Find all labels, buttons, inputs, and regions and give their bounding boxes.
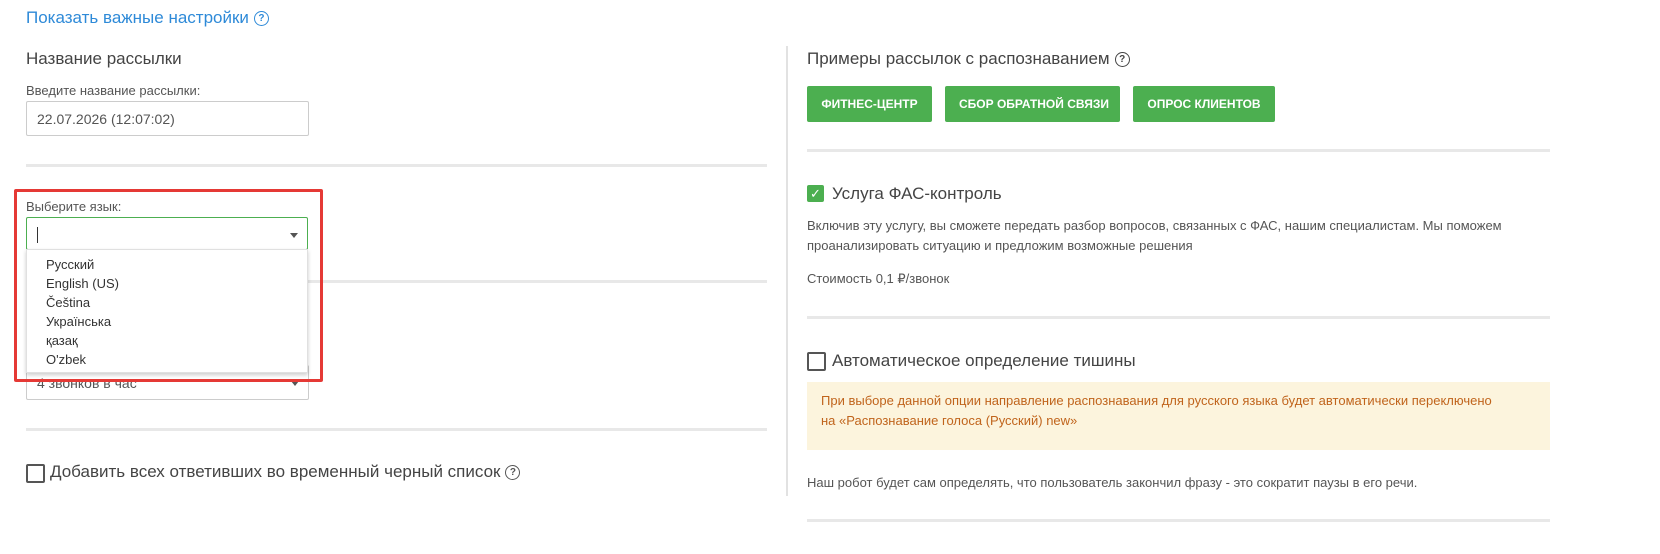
- campaign-name-label: Введите название рассылки:: [26, 83, 201, 98]
- campaign-name-input[interactable]: 22.07.2026 (12:07:02): [26, 101, 309, 136]
- example-survey-button[interactable]: ОПРОС КЛИЕНТОВ: [1133, 86, 1275, 122]
- right-divider-3: [807, 519, 1550, 522]
- check-icon: ✓: [810, 186, 821, 201]
- help-icon[interactable]: ?: [1114, 52, 1130, 68]
- blacklist-label: Добавить всех ответивших во временный че…: [50, 462, 501, 481]
- silence-warning-line: на «Распознавание голоса (Русский) new»: [821, 413, 1078, 428]
- fas-description: Включив эту услугу, вы сможете передать …: [807, 216, 1552, 256]
- fas-label: Услуга ФАС-контроль: [832, 184, 1002, 203]
- left-divider-1: [26, 164, 767, 167]
- chevron-down-icon: [290, 233, 298, 238]
- blacklist-checkbox[interactable]: [26, 464, 45, 483]
- silence-label: Автоматическое определение тишины: [832, 351, 1136, 370]
- language-label: Выберите язык:: [26, 199, 122, 214]
- silence-note: Наш робот будет сам определять, что поль…: [807, 475, 1418, 490]
- left-divider-3: [26, 428, 767, 431]
- right-divider-1: [807, 149, 1550, 152]
- examples-title: Примеры рассылок с распознаванием: [807, 49, 1110, 68]
- fas-price: Стоимость 0,1 ₽/звонок: [807, 271, 950, 286]
- language-option[interactable]: Русский: [27, 255, 307, 274]
- language-option[interactable]: English (US): [27, 274, 307, 293]
- language-dropdown: Русский English (US) Čeština Українська …: [26, 249, 308, 373]
- silence-warning-line: При выборе данной опции направление расп…: [821, 393, 1492, 408]
- fas-description-line: Включив эту услугу, вы сможете передать …: [807, 218, 1502, 233]
- text-cursor: [37, 227, 38, 243]
- campaign-name-title: Название рассылки: [26, 49, 182, 68]
- calls-rate-value: 4 звонков в час: [37, 375, 137, 391]
- language-option[interactable]: Čeština: [27, 293, 307, 312]
- right-divider-2: [807, 316, 1550, 319]
- help-icon[interactable]: ?: [253, 11, 269, 27]
- column-divider: [786, 46, 788, 496]
- chevron-down-icon: [291, 381, 299, 386]
- examples-title-row: Примеры рассылок с распознаванием?: [807, 49, 1130, 69]
- example-fitness-button[interactable]: ФИТНЕС-ЦЕНТР: [807, 86, 932, 122]
- show-important-settings-link[interactable]: Показать важные настройки?: [26, 8, 269, 28]
- show-important-settings-label: Показать важные настройки: [26, 8, 249, 27]
- language-option[interactable]: O'zbek: [27, 350, 307, 369]
- blacklist-row: Добавить всех ответивших во временный че…: [50, 462, 521, 482]
- silence-checkbox[interactable]: [807, 352, 826, 371]
- language-option[interactable]: Українська: [27, 312, 307, 331]
- help-icon[interactable]: ?: [505, 465, 521, 481]
- fas-checkbox[interactable]: ✓: [807, 185, 824, 202]
- language-select[interactable]: [26, 217, 308, 250]
- silence-warning: При выборе данной опции направление расп…: [807, 382, 1550, 450]
- example-feedback-button[interactable]: СБОР ОБРАТНОЙ СВЯЗИ: [945, 86, 1120, 122]
- fas-description-line: проанализировать ситуацию и предложим во…: [807, 238, 1193, 253]
- language-option[interactable]: қазақ: [27, 331, 307, 350]
